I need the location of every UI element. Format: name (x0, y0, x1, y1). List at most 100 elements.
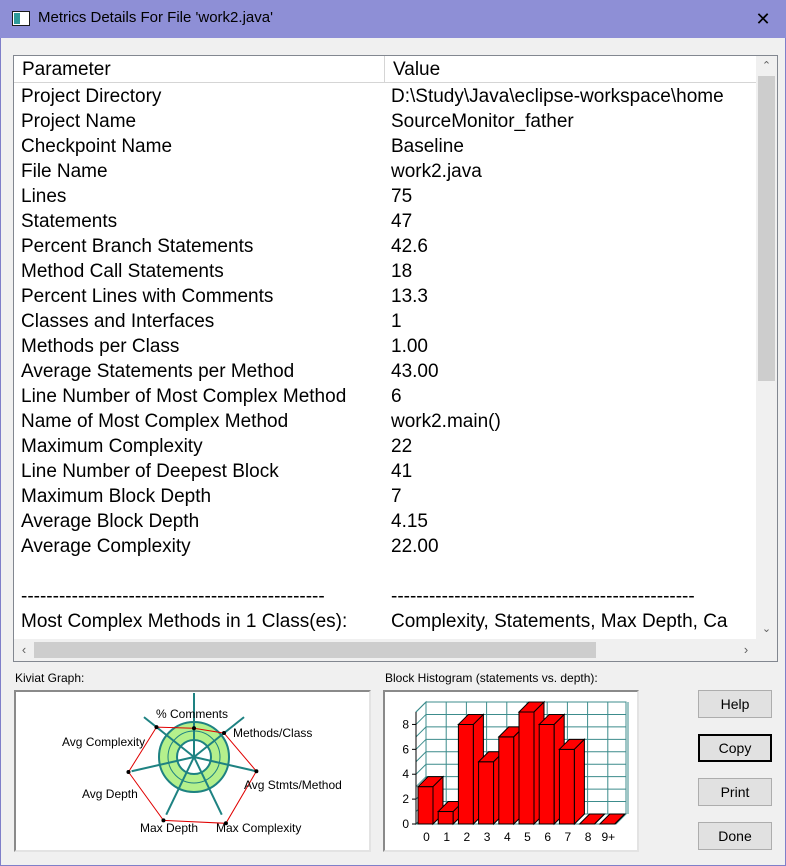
kiviat-chart: % Comments Methods/Class Avg Stmts/Method M… (62, 693, 342, 835)
table-row[interactable]: Maximum Complexity 22 (14, 434, 756, 459)
copy-button[interactable]: Copy (698, 734, 772, 762)
parameter-cell: Most Complex Methods in 1 Class(es): (21, 611, 348, 632)
table-row[interactable]: Project Directory D:\Study\Java\eclipse-w… (14, 84, 756, 109)
kiviat-axis-label: Avg Depth (82, 787, 138, 801)
block-histogram: 0 2 4 6 8 0 1 2 3 4 5 6 7 8 9+ (383, 690, 639, 852)
kiviat-axis-label: Avg Stmts/Method (244, 778, 342, 792)
value-cell: 41 (391, 461, 413, 482)
histogram-x-label: 3 (484, 830, 491, 844)
value-cell: SourceMonitor_father (391, 111, 574, 132)
value-cell: ----------------------------------------… (391, 586, 695, 607)
scroll-up-icon[interactable]: ⌃ (756, 56, 777, 76)
table-row[interactable]: Lines 75 (14, 184, 756, 209)
value-cell: 7 (391, 486, 402, 507)
table-row[interactable]: Line Number of Deepest Block 41 (14, 459, 756, 484)
table-row[interactable]: Average Complexity 22.00 (14, 534, 756, 559)
kiviat-graph-label: Kiviat Graph: (15, 671, 85, 685)
horizontal-scrollbar[interactable]: ‹ › (14, 639, 777, 661)
column-header-parameter[interactable]: Parameter (14, 56, 385, 83)
window-title: Metrics Details For File 'work2.java' (38, 9, 273, 26)
kiviat-point (154, 725, 159, 730)
value-cell: D:\Study\Java\eclipse-workspace\home (391, 86, 724, 107)
table-row[interactable] (14, 559, 756, 584)
parameter-cell: Percent Lines with Comments (21, 286, 274, 307)
vertical-scrollbar[interactable]: ⌃ ⌄ (756, 56, 777, 639)
histogram-y-tick-label: 4 (402, 767, 409, 781)
table-row[interactable]: Project Name SourceMonitor_father (14, 109, 756, 134)
histogram-x-label: 0 (423, 830, 430, 844)
table-row[interactable]: Method Call Statements 18 (14, 259, 756, 284)
value-cell: 1 (391, 311, 402, 332)
table-row[interactable]: Line Number of Most Complex Method 6 (14, 384, 756, 409)
value-cell: Baseline (391, 136, 464, 157)
column-header-value[interactable]: Value (385, 56, 756, 83)
parameter-cell: Average Block Depth (21, 511, 200, 532)
value-cell: 18 (391, 261, 413, 282)
parameter-cell: Average Complexity (21, 536, 191, 557)
table-row[interactable]: Maximum Block Depth 7 (14, 484, 756, 509)
table-row[interactable]: Average Statements per Method 43.00 (14, 359, 756, 384)
histogram-y-tick-label: 2 (402, 792, 409, 806)
parameter-cell: Line Number of Deepest Block (21, 461, 279, 482)
kiviat-axis-label: % Comments (156, 707, 228, 721)
histogram-bar (417, 786, 434, 825)
value-cell: 22 (391, 436, 413, 457)
table-row[interactable]: Percent Lines with Comments 13.3 (14, 284, 756, 309)
histogram-y-tick-label: 6 (402, 742, 409, 756)
histogram-x-label: 2 (464, 830, 471, 844)
parameter-cell: ----------------------------------------… (21, 586, 325, 607)
scroll-right-icon[interactable]: › (736, 639, 756, 661)
parameter-cell: Line Number of Most Complex Method (21, 386, 347, 407)
table-row[interactable]: Average Block Depth 4.15 (14, 509, 756, 534)
table-row[interactable]: Methods per Class 1.00 (14, 334, 756, 359)
parameter-cell: Classes and Interfaces (21, 311, 215, 332)
help-button[interactable]: Help (698, 690, 772, 718)
value-cell: 47 (391, 211, 413, 232)
value-cell: 42.6 (391, 236, 428, 257)
histogram-bar (498, 736, 515, 825)
parameter-cell: Average Statements per Method (21, 361, 295, 382)
value-cell: 43.00 (391, 361, 439, 382)
histogram-bar (558, 748, 575, 825)
table-row[interactable]: Most Complex Methods in 1 Class(es): Comp… (14, 609, 756, 634)
table-row[interactable]: File Name work2.java (14, 159, 756, 184)
parameter-cell: Checkpoint Name (21, 136, 173, 157)
scroll-left-icon[interactable]: ‹ (14, 639, 34, 661)
histogram-bar-side (573, 738, 585, 826)
parameter-cell: Methods per Class (21, 336, 180, 357)
histogram-x-label: 9+ (601, 830, 615, 844)
parameter-cell: Lines (21, 186, 67, 207)
table-row[interactable]: Classes and Interfaces 1 (14, 309, 756, 334)
table-row[interactable]: Name of Most Complex Method work2.main() (14, 409, 756, 434)
kiviat-axis-label: Methods/Class (233, 726, 312, 740)
block-histogram-label: Block Histogram (statements vs. depth): (385, 671, 598, 685)
value-cell: 13.3 (391, 286, 428, 307)
parameter-cell: Percent Branch Statements (21, 236, 254, 257)
table-row[interactable]: Percent Branch Statements 42.6 (14, 234, 756, 259)
histogram-bar (437, 811, 454, 825)
metrics-table[interactable]: Parameter Value Project Directory D:\Stud… (13, 55, 778, 662)
histogram-x-label: 1 (443, 830, 450, 844)
value-cell: 75 (391, 186, 413, 207)
print-button[interactable]: Print (698, 778, 772, 806)
histogram-x-label: 4 (504, 830, 511, 844)
done-button[interactable]: Done (698, 822, 772, 850)
histogram-bar (538, 723, 555, 825)
vertical-scroll-thumb[interactable] (758, 76, 775, 381)
table-row[interactable]: Statements 47 (14, 209, 756, 234)
table-row[interactable]: Checkpoint Name Baseline (14, 134, 756, 159)
value-cell: 4.15 (391, 511, 428, 532)
close-icon[interactable]: ✕ (740, 0, 786, 38)
histogram-chart: 024680 1 2 3 4 5 6 7 8 9+ (402, 700, 629, 844)
kiviat-axis-label: Avg Complexity (62, 735, 145, 749)
horizontal-scroll-thumb[interactable] (34, 642, 596, 658)
histogram-bar (518, 711, 535, 825)
table-row[interactable]: ----------------------------------------… (14, 584, 756, 609)
kiviat-graph: % Comments Methods/Class Avg Stmts/Method M… (14, 690, 371, 852)
histogram-y-tick-label: 0 (402, 817, 409, 831)
value-cell: 1.00 (391, 336, 428, 357)
parameter-cell: Name of Most Complex Method (21, 411, 289, 432)
table-header: Parameter Value (14, 56, 756, 83)
kiviat-point (192, 726, 196, 731)
scroll-down-icon[interactable]: ⌄ (756, 619, 777, 639)
